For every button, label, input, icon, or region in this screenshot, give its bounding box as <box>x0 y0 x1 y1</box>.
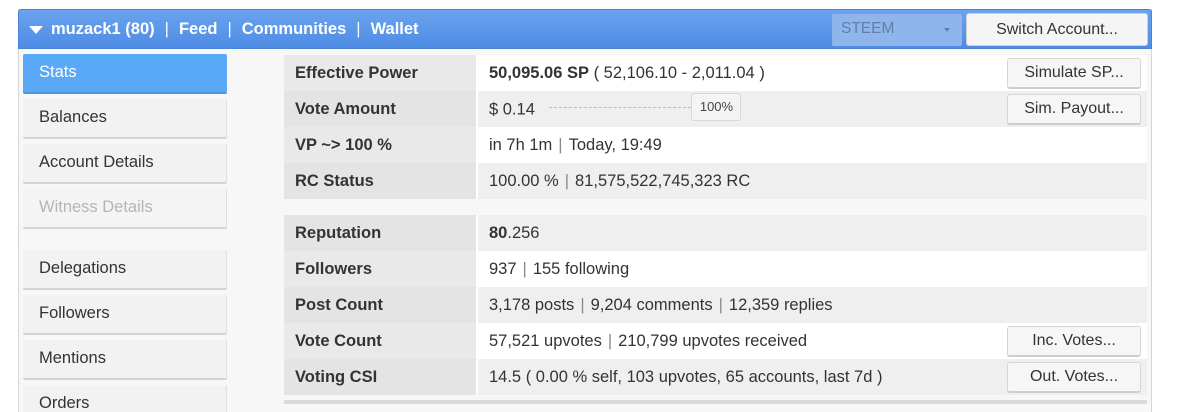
top-nav: muzack1 (80) | Feed | Communities | Wall… <box>29 10 419 48</box>
separator: | <box>522 260 527 278</box>
followers-count: 937 <box>489 260 517 278</box>
sidebar-item-orders[interactable]: Orders <box>23 385 227 412</box>
stat-label: Post Count <box>284 287 478 323</box>
stat-row-reputation: Reputation 80.256 <box>284 215 1147 251</box>
nav-separator: | <box>227 19 232 38</box>
nav-wallet[interactable]: Wallet <box>371 20 419 39</box>
stat-label: Vote Count <box>284 323 478 359</box>
caret-down-icon[interactable] <box>29 26 43 34</box>
stat-label: VP ~> 100 % <box>284 127 478 163</box>
stat-label: Reputation <box>284 215 478 251</box>
stat-row-voting-csi: Voting CSI 14.5 ( 0.00 % self, 103 upvot… <box>284 359 1147 395</box>
effective-power-sp: 50,095.06 SP <box>489 64 589 82</box>
rc-percent: 100.00 % <box>489 172 559 190</box>
stat-value: 80.256 <box>478 215 1147 251</box>
following-count: 155 following <box>532 260 630 278</box>
stat-label: RC Status <box>284 163 478 199</box>
separator: | <box>558 136 563 154</box>
chain-select-value: STEEM <box>841 20 895 37</box>
stat-value: in 7h 1m | Today, 19:49 <box>478 127 1147 163</box>
vp-time: in 7h 1m <box>489 136 553 154</box>
panel-bottom-border <box>284 400 1147 404</box>
nav-separator: | <box>164 19 169 38</box>
slider-handle[interactable]: 100% <box>691 93 742 121</box>
sidebar-item-account-details[interactable]: Account Details <box>23 144 227 184</box>
reputation-fraction: .256 <box>507 224 540 242</box>
rc-amount: 81,575,522,745,323 RC <box>575 172 751 190</box>
stat-value: 3,178 posts | 9,204 comments | 12,359 replie… <box>478 287 1147 323</box>
sidebar-item-followers[interactable]: Followers <box>23 295 227 335</box>
nav-account[interactable]: muzack1 (80) <box>51 20 155 39</box>
replies-count: 12,359 replies <box>728 296 833 314</box>
nav-feed[interactable]: Feed <box>179 20 218 39</box>
vp-when: Today, 19:49 <box>568 136 662 154</box>
comments-count: 9,204 comments <box>590 296 713 314</box>
stat-value: 937 | 155 following <box>478 251 1147 287</box>
sidebar-item-delegations[interactable]: Delegations <box>23 250 227 290</box>
sidebar-item-witness-details: Witness Details <box>23 189 227 229</box>
sidebar-divider <box>23 234 227 250</box>
stat-label: Voting CSI <box>284 359 478 395</box>
reputation-whole: 80 <box>489 224 508 242</box>
upvotes-count: 57,521 upvotes <box>489 332 602 350</box>
nav-separator: | <box>356 19 361 38</box>
sidebar-item-balances[interactable]: Balances <box>23 99 227 139</box>
upvotes-received: 210,799 upvotes received <box>618 332 808 350</box>
stat-row-effective-power: Effective Power 50,095.06 SP ( 52,106.10… <box>284 55 1147 91</box>
sidebar: Stats Balances Account Details Witness D… <box>23 54 227 412</box>
separator: | <box>580 296 585 314</box>
sim-payout-button[interactable]: Sim. Payout... <box>1007 94 1141 125</box>
inc-votes-button[interactable]: Inc. Votes... <box>1007 326 1141 357</box>
stat-label: Effective Power <box>284 55 478 91</box>
stat-row-followers: Followers 937 | 155 following <box>284 251 1147 287</box>
stat-row-post-count: Post Count 3,178 posts | 9,204 comments | 12… <box>284 287 1147 323</box>
stat-row-rc-status: RC Status 100.00 % | 81,575,522,745,323 RC <box>284 163 1147 199</box>
separator: | <box>564 172 570 190</box>
sidebar-item-mentions[interactable]: Mentions <box>23 340 227 380</box>
stats-panel: Effective Power 50,095.06 SP ( 52,106.10… <box>284 55 1147 395</box>
simulate-sp-button[interactable]: Simulate SP... <box>1007 58 1141 89</box>
separator: | <box>718 296 723 314</box>
stat-value: 100.00 % | 81,575,522,745,323 RC <box>478 163 1147 199</box>
separator: | <box>607 332 613 350</box>
stat-row-vote-count: Vote Count 57,521 upvotes | 210,799 upvote… <box>284 323 1147 359</box>
sidebar-item-stats[interactable]: Stats <box>23 54 227 94</box>
effective-power-breakdown: ( 52,106.10 - 2,011.04 ) <box>589 64 765 82</box>
stat-label: Vote Amount <box>284 91 478 127</box>
vote-amount-value: $ 0.14 <box>489 100 535 119</box>
chain-select[interactable]: STEEM <box>832 14 962 46</box>
nav-communities[interactable]: Communities <box>242 20 347 39</box>
top-bar: muzack1 (80) | Feed | Communities | Wall… <box>18 9 1152 49</box>
stat-row-vp: VP ~> 100 % in 7h 1m | Today, 19:49 <box>284 127 1147 163</box>
stat-row-vote-amount: Vote Amount $ 0.14 100% Sim. Payout... <box>284 91 1147 127</box>
dropdown-arrow-icon <box>944 28 950 32</box>
posts-count: 3,178 posts <box>489 296 575 314</box>
vote-weight-slider[interactable]: 100% <box>549 93 749 121</box>
out-votes-button[interactable]: Out. Votes... <box>1007 362 1141 393</box>
slider-track[interactable] <box>549 107 692 108</box>
stat-label: Followers <box>284 251 478 287</box>
switch-account-button[interactable]: Switch Account... <box>966 13 1148 46</box>
